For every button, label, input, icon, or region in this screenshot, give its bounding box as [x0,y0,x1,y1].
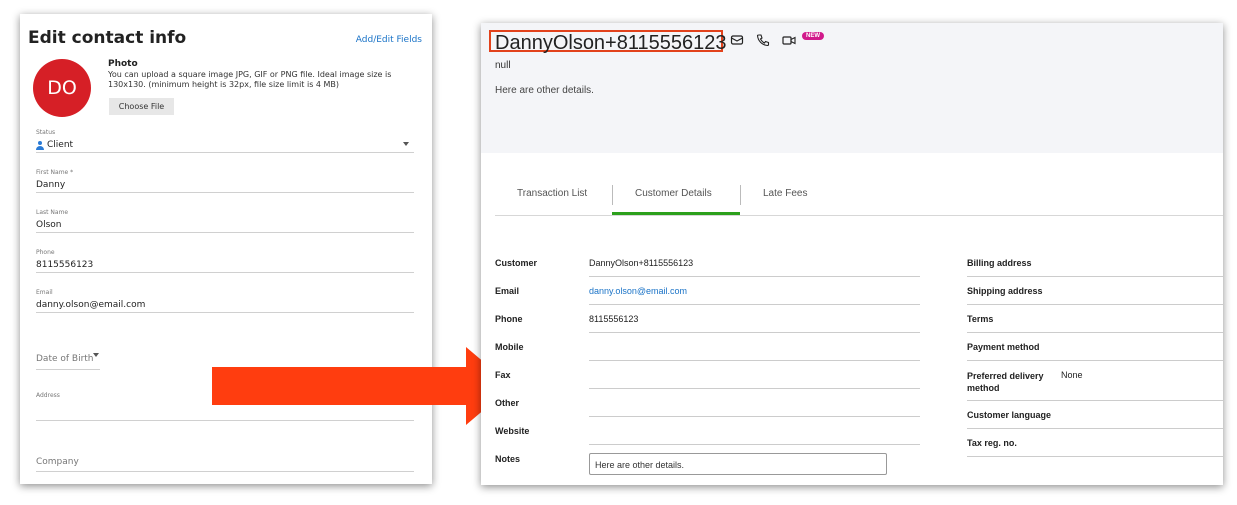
caret-down-icon[interactable] [403,142,409,146]
notes-textarea[interactable]: Here are other details. [589,453,887,475]
tab-divider [612,185,613,205]
customer-details-panel: DannyOlson+8115556123 NEW null Here are … [481,23,1223,485]
mail-icon[interactable] [730,33,744,47]
first-name-field[interactable]: First Name * Danny [36,169,414,193]
other-key: Other [495,398,520,408]
status-select[interactable]: Status Client [36,129,414,153]
phone-value[interactable]: 8115556123 [36,258,414,272]
phone-key: Phone [495,314,523,324]
customer-value: DannyOlson+8115556123 [589,258,694,268]
email-value[interactable]: danny.olson@email.com [36,298,414,312]
header-notes: Here are other details. [495,85,594,96]
email-link[interactable]: danny.olson@email.com [589,286,687,296]
status-label: Status [36,129,56,136]
customer-header: DannyOlson+8115556123 NEW null Here are … [481,23,1223,153]
email-key: Email [495,286,520,296]
fax-key: Fax [495,370,511,380]
new-badge: NEW [802,32,824,40]
tab-late-fees[interactable]: Late Fees [763,188,807,199]
phone-value: 8115556123 [589,314,639,324]
preferred-delivery-key: Preferred delivery method [967,371,1044,393]
arrow-right-icon [212,347,512,425]
photo-description: You can upload a square image JPG, GIF o… [108,70,392,89]
dob-caret-down-icon[interactable] [93,353,99,357]
choose-file-button[interactable]: Choose File [109,98,174,115]
photo-title: Photo [108,59,138,69]
notes-key: Notes [495,454,521,464]
email-field[interactable]: Email danny.olson@email.com [36,289,414,313]
website-key: Website [495,426,530,436]
mobile-key: Mobile [495,342,524,352]
email-label: Email [36,289,53,296]
billing-address-key: Billing address [967,258,1032,268]
shipping-address-key: Shipping address [967,286,1043,296]
customer-key: Customer [495,258,538,268]
add-edit-fields-link[interactable]: Add/Edit Fields [356,35,422,45]
video-icon[interactable] [782,33,796,47]
first-name-label: First Name * [36,169,74,176]
avatar[interactable]: DO [33,59,91,117]
date-of-birth-input[interactable]: Date of Birth [36,354,100,370]
null-text: null [495,60,511,71]
customer-name-highlight: DannyOlson+8115556123 [489,30,726,54]
first-name-value[interactable]: Danny [36,178,414,192]
tab-divider [740,185,741,205]
phone-label: Phone [36,249,55,256]
last-name-label: Last Name [36,209,69,216]
last-name-value[interactable]: Olson [36,218,414,232]
status-value: Client [47,140,74,150]
customer-language-key: Customer language [967,410,1052,420]
edit-contact-title: Edit contact info [28,28,187,48]
tab-transaction-list[interactable]: Transaction List [517,188,587,199]
tab-customer-details[interactable]: Customer Details [635,188,712,199]
payment-method-key: Payment method [967,342,1040,352]
company-input[interactable]: Company [36,457,414,472]
terms-key: Terms [967,314,994,324]
phone-icon[interactable] [756,33,770,47]
phone-field[interactable]: Phone 8115556123 [36,249,414,273]
tab-bar: Transaction List Customer Details Late F… [495,175,1223,216]
active-tab-indicator [612,212,740,215]
preferred-delivery-value: None [1061,370,1083,380]
person-icon [36,140,44,150]
last-name-field[interactable]: Last Name Olson [36,209,414,233]
tax-reg-key: Tax reg. no. [967,438,1017,448]
